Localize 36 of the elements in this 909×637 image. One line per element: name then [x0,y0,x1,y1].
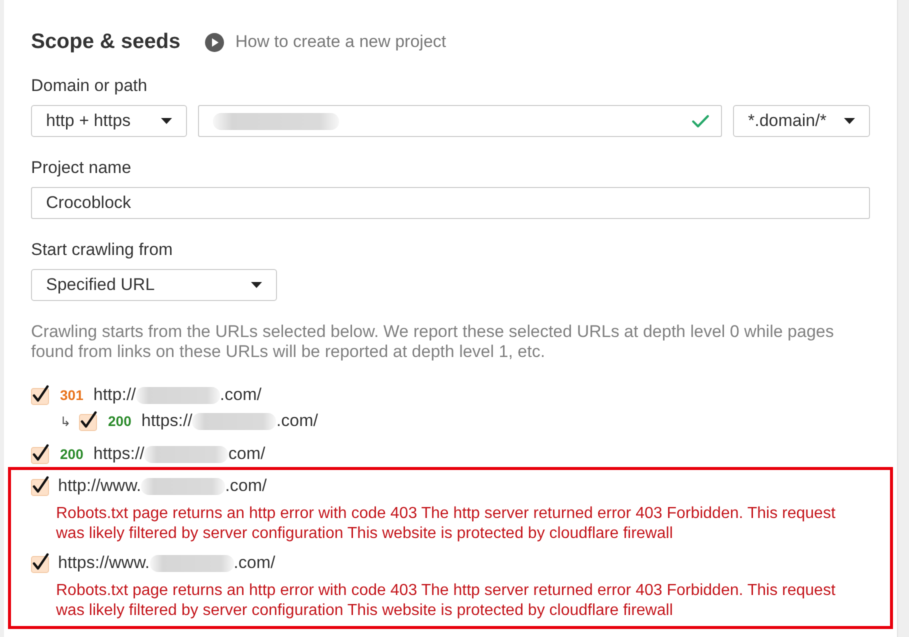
caret-icon [161,118,172,124]
section-title: Scope & seeds [31,29,180,55]
status-code: 200 [108,413,132,429]
checkbox[interactable] [31,385,50,405]
protocol-dropdown[interactable]: http + https [31,105,187,137]
field-label: Project name [31,157,132,179]
play-icon [205,32,224,52]
url-text: .com/ [234,553,276,573]
checkbox[interactable] [31,444,50,464]
domain-field[interactable] [198,105,722,137]
checkbox[interactable] [31,476,50,496]
caret-icon [844,118,855,124]
caret-icon [251,282,262,288]
checkbox[interactable] [31,553,50,573]
url-text: .com/ [225,476,267,496]
checkbox[interactable] [79,411,98,431]
url-text: .com/ [276,411,318,431]
start-crawling-dropdown[interactable]: Specified URL [31,269,277,301]
url-text: https://www. [58,553,150,573]
project-name-field[interactable]: Crocoblock [31,187,870,219]
status-code: 301 [60,387,84,403]
url-text: com/ [228,444,266,464]
url-text: https:// [141,411,192,431]
field-label: Domain or path [31,75,148,97]
help-link[interactable]: How to create a new project [205,32,446,52]
help-text: Crawling starts from the URLs selected below. We report these selected URLs at depth level 0 while pages found from links on these URLs will be reported at depth level 1, etc. [31,322,835,362]
branch-marker: ↳ [60,414,72,428]
status-code: 200 [60,446,84,462]
error-message: Robots.txt page returns an http error with code 403 The http server returned error 403 Forbidden. This request was likely filtered by server configuration This website is protected by cloudflare firewall [56,504,836,544]
scope-dropdown[interactable]: *.domain/* [733,105,870,137]
field-label: Start crawling from [31,239,174,261]
url-text: http:// [93,385,136,405]
error-message: Robots.txt page returns an http error with code 403 The http server returned error 403 Forbidden. This request was likely filtered by server configuration This website is protected by cloudflare firewall [56,581,836,621]
url-text: https:// [93,444,144,464]
url-text: .com/ [220,385,262,405]
url-text: http://www. [58,476,142,496]
